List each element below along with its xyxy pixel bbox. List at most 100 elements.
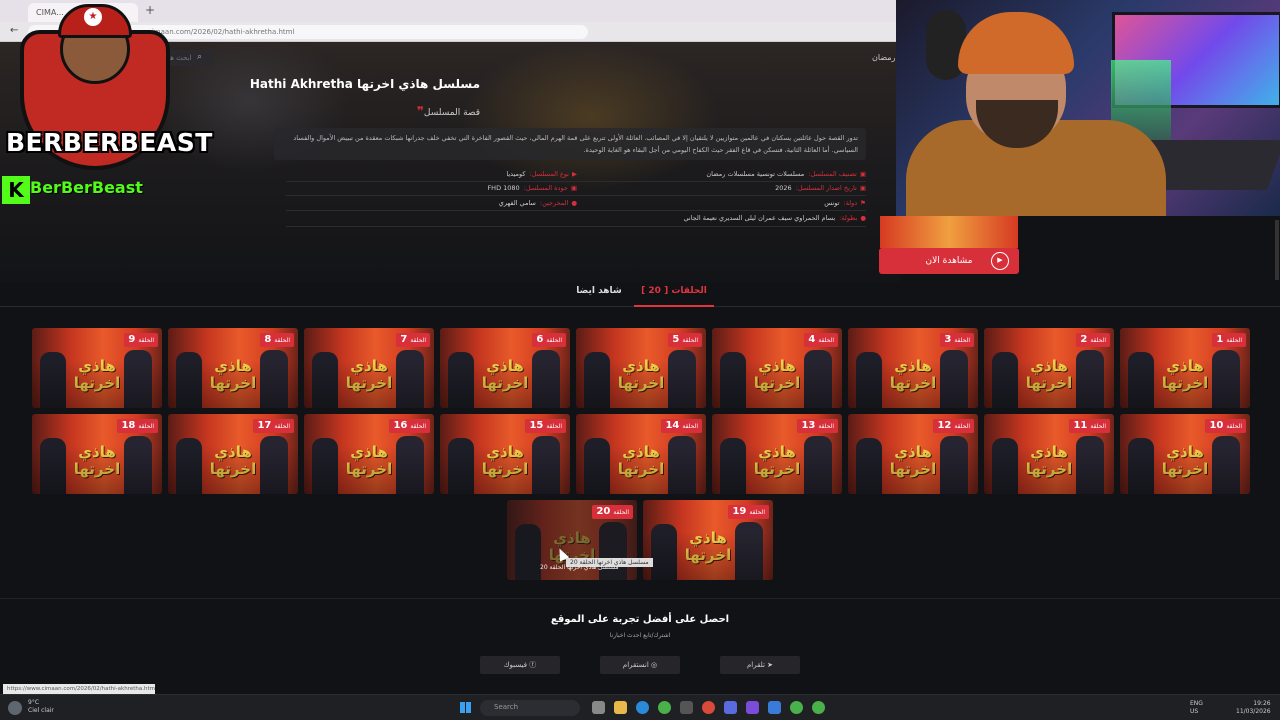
episode-card[interactable]: هاذي اخرتهاالحلقة18 (32, 414, 162, 494)
meta-country-value[interactable]: تونس (824, 199, 839, 207)
episode-card[interactable]: هاذي اخرتهاالحلقة7 (304, 328, 434, 408)
episode-badge: الحلقة17 (253, 419, 294, 433)
episode-badge: الحلقة5 (668, 333, 702, 347)
webcam-overlay (896, 0, 1280, 216)
chrome-icon[interactable] (812, 701, 825, 714)
windows-start-icon[interactable] (460, 702, 471, 713)
chrome-icon[interactable] (790, 701, 803, 714)
instagram-button[interactable]: ◎ انستقرام (600, 656, 680, 674)
clock[interactable]: 19:26 11/03/2026 (1236, 700, 1271, 716)
episode-badge: الحلقة15 (525, 419, 566, 433)
episode-badge-label: الحلقة (410, 337, 426, 344)
watch-now-button[interactable]: مشاهدة الان ▶ (879, 248, 1019, 274)
meta-category-value[interactable]: مسلسلات تونسية مسلسلات رمضان (706, 170, 804, 178)
language-indicator[interactable]: ENG US (1190, 700, 1203, 716)
edge-icon[interactable] (636, 701, 649, 714)
episode-badge-label: الحلقة (546, 423, 562, 430)
episode-badge: الحلقة18 (117, 419, 158, 433)
episode-card[interactable]: هاذي اخرتهاالحلقة19 (643, 500, 773, 580)
story-text: تدور القصة حول عائلتين يسكنان في عالمين … (274, 128, 866, 160)
meta-divider (286, 226, 866, 227)
episode-badge-label: الحلقة (546, 337, 562, 344)
explorer-icon[interactable] (592, 701, 605, 714)
scrollbar[interactable] (1275, 220, 1279, 280)
webcam-person-beanie (958, 12, 1074, 74)
episode-number: 11 (1073, 420, 1088, 431)
episode-badge-label: الحلقة (1090, 423, 1106, 430)
screen: CIMA... + ← cimaan.com/2026/02/hathi-akh… (0, 0, 1280, 720)
episode-badge: الحلقة6 (532, 333, 566, 347)
episode-card[interactable]: هاذي اخرتهاالحلقة8 (168, 328, 298, 408)
meta-quality-value: FHD 1080 (487, 184, 520, 192)
episode-badge: الحلقة2 (1076, 333, 1110, 347)
weather-icon[interactable] (8, 701, 22, 715)
episode-card[interactable]: هاذي اخرتهاالحلقة3 (848, 328, 978, 408)
episode-card[interactable]: هاذي اخرتهاالحلقة11 (984, 414, 1114, 494)
episode-card[interactable]: هاذي اخرتهاالحلقة6 (440, 328, 570, 408)
episode-badge-label: الحلقة (1226, 337, 1242, 344)
taskbar-search[interactable]: Search (480, 700, 580, 716)
episode-badge-label: الحلقة (410, 423, 426, 430)
episode-card[interactable]: هاذي اخرتهاالحلقة14 (576, 414, 706, 494)
meta-type-value[interactable]: كوميديا (506, 170, 525, 178)
episode-badge-label: الحلقة (818, 423, 834, 430)
search-icon[interactable]: ⌕ (197, 52, 202, 62)
app-icon[interactable] (680, 701, 693, 714)
episode-badge-label: الحلقة (138, 337, 154, 344)
telegram-icon: ➤ (764, 661, 774, 669)
episode-card[interactable]: هاذي اخرتهاالحلقة2 (984, 328, 1114, 408)
episode-badge: الحلقة11 (1069, 419, 1110, 433)
film-icon: ▣ (570, 184, 577, 192)
episode-card[interactable]: هاذي اخرتهاالحلقة15 (440, 414, 570, 494)
app-icon[interactable] (724, 701, 737, 714)
meta-cast-value[interactable]: بسام الحمراوي سيف عمران ليلى السديري نعي… (683, 214, 835, 222)
meta-divider (286, 195, 866, 196)
kick-icon: K (2, 176, 30, 204)
episode-badge: الحلقة16 (389, 419, 430, 433)
episode-card[interactable]: هاذي اخرتهاالحلقة13 (712, 414, 842, 494)
episode-card[interactable]: هاذي اخرتهاالحلقة12 (848, 414, 978, 494)
meta-year-value[interactable]: 2026 (775, 184, 792, 192)
play-circle-icon: ▶ (991, 252, 1009, 270)
chrome-icon[interactable] (658, 701, 671, 714)
episode-badge-label: الحلقة (818, 337, 834, 344)
tab-watch-also[interactable]: شاهد ايضا (566, 286, 632, 296)
episode-card[interactable]: هاذي اخرتهاالحلقة16 (304, 414, 434, 494)
episode-card[interactable]: هاذي اخرتهاالحلقة17 (168, 414, 298, 494)
star-icon: ★ (84, 8, 102, 26)
episode-number: 4 (808, 334, 816, 345)
episode-badge: الحلقة20 (592, 505, 633, 519)
episode-card[interactable]: هاذي اخرتهاالحلقة10 (1120, 414, 1250, 494)
meta-divider (286, 210, 866, 211)
weather-widget[interactable]: 9°C Ciel clair (28, 699, 54, 715)
meta-director-value[interactable]: سامي الفهري (499, 199, 536, 207)
episode-badge-label: الحلقة (954, 423, 970, 430)
streamer-brand: BERBERBEAST (6, 128, 213, 157)
meta-category-label: تصنيف المسلسل: (808, 170, 857, 178)
episode-badge: الحلقة3 (940, 333, 974, 347)
episode-badge: الحلقة14 (661, 419, 702, 433)
episode-number: 1 (1216, 334, 1224, 345)
telegram-button[interactable]: ➤ تلقرام (720, 656, 800, 674)
meta-director-label: المخرجين: (539, 199, 569, 207)
nav-item-ramadan[interactable]: رمضان (872, 53, 895, 62)
tab-episodes[interactable]: الحلقات [ 20 ] (634, 286, 714, 307)
footer-divider (0, 598, 1280, 599)
episode-badge-label: الحلقة (1226, 423, 1242, 430)
episode-card[interactable]: هاذي اخرتهاالحلقة1 (1120, 328, 1250, 408)
app-icon[interactable] (768, 701, 781, 714)
episode-badge: الحلقة13 (797, 419, 838, 433)
episode-card[interactable]: هاذي اخرتهاالحلقة4 (712, 328, 842, 408)
app-icon[interactable] (702, 701, 715, 714)
folder-icon[interactable] (614, 701, 627, 714)
episode-badge-label: الحلقة (1090, 337, 1106, 344)
lang-code: ENG (1190, 700, 1203, 707)
clock-time: 19:26 (1253, 700, 1271, 707)
app-icon[interactable] (746, 701, 759, 714)
episode-card[interactable]: هاذي اخرتهاالحلقة5 (576, 328, 706, 408)
person-icon: ● (571, 199, 577, 207)
episode-number: 12 (937, 420, 952, 431)
facebook-button[interactable]: ⓕ فيسبوك (480, 656, 560, 674)
episode-card[interactable]: هاذي اخرتهاالحلقة9 (32, 328, 162, 408)
episode-number: 6 (536, 334, 544, 345)
